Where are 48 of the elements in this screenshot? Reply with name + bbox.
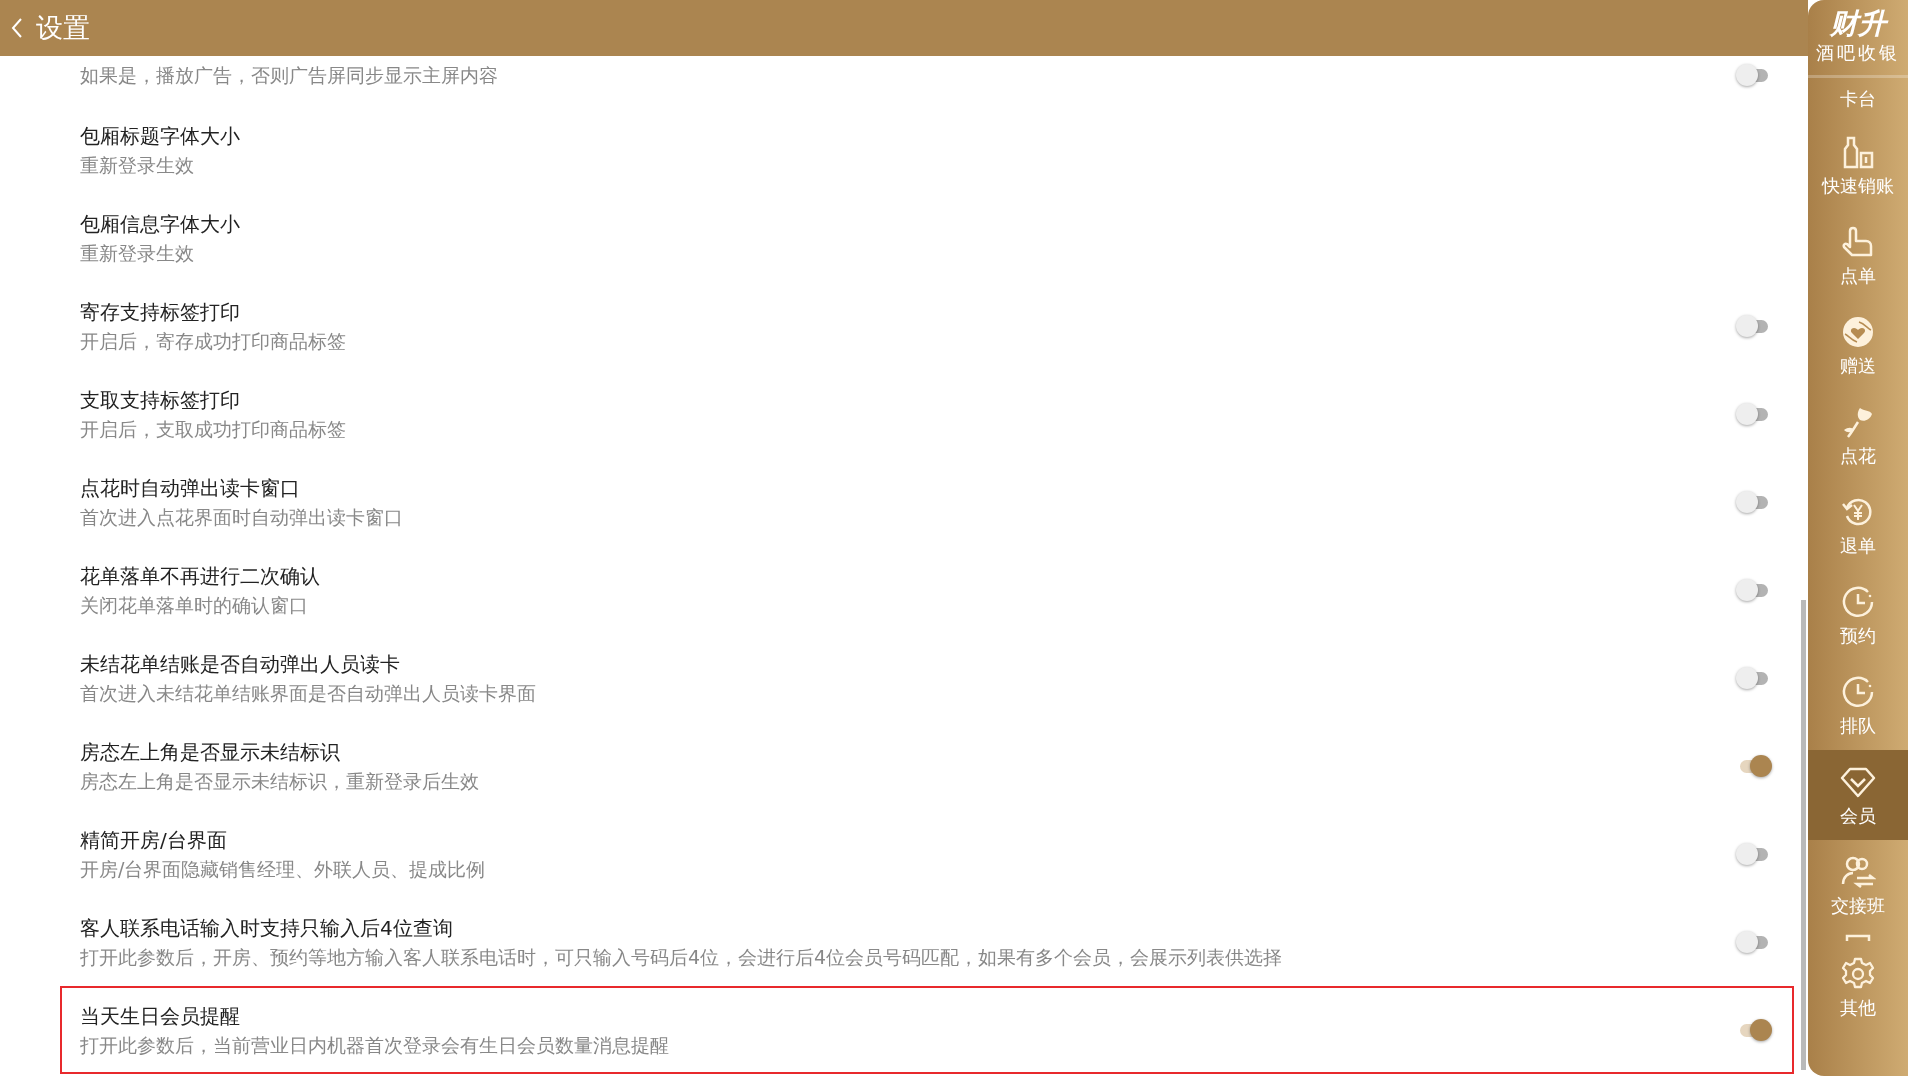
- page-title: 设置: [36, 10, 90, 45]
- setting-description: 重新登录生效: [80, 241, 195, 265]
- setting-description: 房态左上角是否显示未结标识，重新登录后生效: [80, 769, 480, 793]
- sidebar-nav-item[interactable]: 卡台: [1808, 78, 1908, 120]
- setting-description: 关闭花单落单时的确认窗口: [80, 593, 309, 617]
- sidebar-nav-item[interactable]: 退单: [1808, 480, 1908, 570]
- sidebar-nav-item[interactable]: 赠送: [1808, 300, 1908, 390]
- setting-description: 开启后，寄存成功打印商品标签: [80, 329, 347, 353]
- toggle-switch[interactable]: [1736, 403, 1770, 425]
- setting-title: 点花时自动弹出读卡窗口: [80, 475, 301, 500]
- setting-title: 当天生日会员提醒: [80, 1003, 241, 1028]
- sidebar-nav-item[interactable]: 点单: [1808, 210, 1908, 300]
- setting-title: 包厢标题字体大小: [80, 123, 241, 148]
- toggle-switch[interactable]: [1736, 667, 1770, 689]
- setting-description: 开启后，支取成功打印商品标签: [80, 417, 347, 441]
- toggle-switch[interactable]: [1736, 931, 1770, 953]
- sidebar-nav-item[interactable]: 快速销账: [1808, 120, 1908, 210]
- sidebar-nav-item[interactable]: 预约: [1808, 570, 1908, 660]
- setting-description: 首次进入点花界面时自动弹出读卡窗口: [80, 505, 404, 529]
- setting-title: 包厢信息字体大小: [80, 211, 241, 236]
- sidebar-nav-item[interactable]: 其他: [1808, 942, 1908, 1032]
- setting-title: 未结花单结账是否自动弹出人员读卡: [80, 651, 401, 676]
- setting-description: 打开此参数后，开房、预约等地方输入客人联系电话时，可只输入号码后4位，会进行后4位会员号码匹配，如果有多个会员，会展示列表供选择: [80, 945, 1284, 969]
- setting-title: 支取支持标签打印: [80, 387, 241, 412]
- toggle-switch[interactable]: [1736, 315, 1770, 337]
- setting-title: 寄存支持标签打印: [80, 299, 241, 324]
- bracket-icon: [1845, 934, 1871, 942]
- setting-description: 如果是，播放广告，否则广告屏同步显示主屏内容: [80, 64, 499, 87]
- toggle-switch[interactable]: [1736, 843, 1770, 865]
- setting-title: 房态左上角是否显示未结标识: [80, 739, 341, 764]
- setting-description: 打开此参数后，当前营业日内机器首次登录会有生日会员数量消息提醒: [80, 1033, 670, 1057]
- setting-description: 重新登录生效: [80, 153, 195, 177]
- toggle-switch[interactable]: [1736, 579, 1770, 601]
- setting-description: 首次进入未结花单结账界面是否自动弹出人员读卡界面: [80, 681, 537, 705]
- back-icon[interactable]: [10, 17, 24, 39]
- setting-description: 开房/台界面隐藏销售经理、外联人员、提成比例: [80, 857, 487, 881]
- sidebar-nav-item[interactable]: 会员: [1808, 750, 1908, 840]
- people-swap-icon: [1840, 854, 1876, 891]
- brand-subtitle: 酒吧收银: [1816, 41, 1900, 66]
- toggle-switch[interactable]: [1736, 491, 1770, 513]
- sidebar-nav-item[interactable]: 排队: [1808, 660, 1908, 750]
- sidebar-nav-item[interactable]: 交接班: [1808, 840, 1908, 930]
- toggle-switch[interactable]: [1736, 64, 1770, 86]
- scrollbar-thumb[interactable]: [1801, 600, 1806, 1070]
- setting-title: 客人联系电话输入时支持只输入后4位查询: [80, 915, 454, 940]
- setting-title: 精简开房/台界面: [80, 827, 228, 852]
- setting-title: 花单落单不再进行二次确认: [80, 563, 321, 588]
- sidebar-nav-item[interactable]: 点花: [1808, 390, 1908, 480]
